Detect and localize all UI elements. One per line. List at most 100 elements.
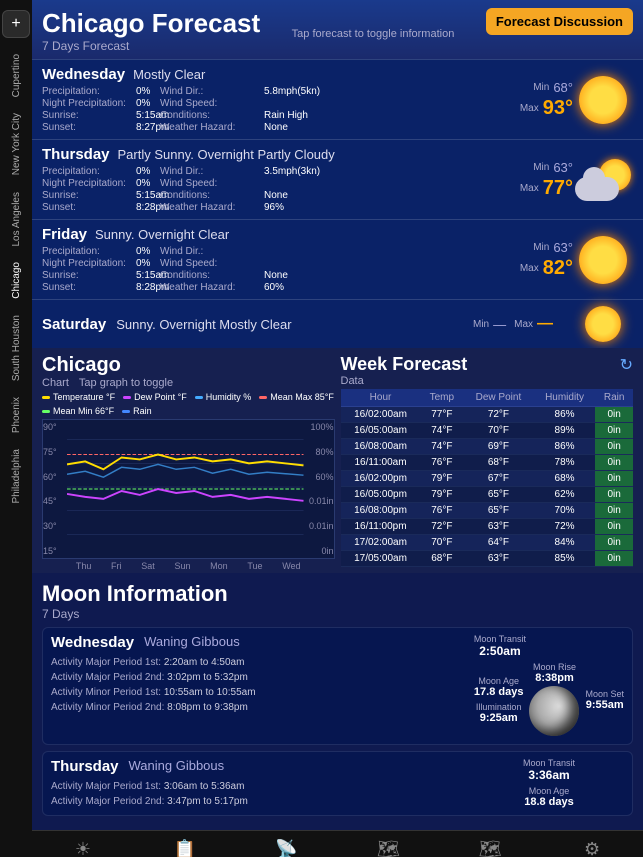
page-title: Chicago Forecast (42, 8, 260, 39)
table-row: 16/08:00am 74°F 69°F 86% 0in (341, 439, 634, 455)
sidebar-item-phoenix[interactable]: Phoenix (9, 391, 24, 439)
forecast-grid-friday: Precipitation:0% Wind Dir.: Night Precip… (42, 246, 473, 293)
moon-subtitle: 7 Days (42, 607, 633, 621)
tap-hint: Tap forecast to toggle information (260, 8, 486, 40)
col-temp: Temp (421, 389, 464, 407)
moon-activity-wed: Activity Major Period 1st: 2:20am to 4:5… (51, 655, 466, 715)
day-name-thursday: Thursday (42, 146, 110, 163)
legend-rain-dot (122, 410, 130, 413)
header-left: Chicago Forecast 7 Days Forecast (42, 8, 260, 53)
moon-day-name-wed: Wednesday (51, 634, 134, 651)
partly-cloudy-icon (575, 159, 631, 201)
day-name-saturday: Saturday (42, 316, 106, 333)
forecast-day-thursday[interactable]: Thursday Partly Sunny. Overnight Partly … (32, 139, 643, 219)
settings-icon: ⚙ (584, 839, 600, 857)
table-row: 17/02:00am 70°F 64°F 84% 0in (341, 535, 634, 551)
interactive-maps-icon: 🗺 (377, 839, 400, 857)
table-row: 16/08:00pm 76°F 65°F 70% 0in (341, 503, 634, 519)
forecast-day-wednesday[interactable]: Wednesday Mostly Clear Precipitation:0% … (32, 59, 643, 139)
table-row: 17/05:00am 68°F 63°F 85% 0in (341, 551, 634, 567)
chart-title: Chicago (42, 354, 173, 377)
moon-phase-wed: Waning Gibbous (144, 634, 240, 651)
sidebar-item-chicago[interactable]: Chicago (9, 256, 24, 305)
sun-icon-friday (579, 236, 627, 284)
weather-icon-friday (573, 236, 633, 284)
moon-image-wed (529, 686, 579, 736)
legend-dew-dot (123, 396, 131, 399)
chart-section: Chicago Chart Tap graph to toggle Temper… (32, 348, 643, 573)
map-icon: 🗺 (479, 839, 502, 857)
table-row: 16/05:00am 74°F 70°F 89% 0in (341, 423, 634, 439)
day-desc-thursday: Partly Sunny. Overnight Partly Cloudy (118, 147, 335, 162)
week-forecast-subtitle: Data (341, 375, 468, 387)
day-name-wednesday: Wednesday (42, 66, 125, 83)
legend-max-dot (259, 396, 267, 399)
current-icon: ☀ (75, 839, 91, 857)
refresh-button[interactable]: ↻ (620, 355, 633, 375)
day-desc-friday: Sunny. Overnight Clear (95, 227, 229, 242)
moon-title: Moon Information (42, 581, 633, 607)
legend-min-dot (42, 410, 50, 413)
moon-activity-thu: Activity Major Period 1st: 3:06am to 5:3… (51, 779, 466, 809)
forecast-grid-wednesday: Precipitation:0% Wind Dir.:5.8mph(5kn) N… (42, 86, 473, 133)
sidebar-item-losangeles[interactable]: Los Angeles (9, 186, 24, 253)
moon-day-wednesday: Wednesday Waning Gibbous Activity Major … (42, 627, 633, 745)
table-row: 16/02:00pm 79°F 67°F 68% 0in (341, 471, 634, 487)
table-row: 16/11:00pm 72°F 63°F 72% 0in (341, 519, 634, 535)
week-table-body: 16/02:00am 77°F 72°F 86% 0in 16/05:00am … (341, 407, 634, 567)
forecast-day-saturday[interactable]: Saturday Sunny. Overnight Mostly Clear M… (32, 299, 643, 348)
chart-x-labels: Thu Fri Sat Sun Mon Tue Wed (42, 559, 335, 573)
sun-icon-saturday (585, 306, 621, 342)
tab-forecast[interactable]: 📋 Forecast (134, 831, 236, 857)
table-row: 16/11:00am 76°F 68°F 78% 0in (341, 455, 634, 471)
day-name-friday: Friday (42, 226, 87, 243)
col-rain: Rain (595, 389, 633, 407)
week-forecast: Week Forecast Data ↻ Hour Temp Dew Point… (341, 354, 634, 573)
line-chart[interactable]: 90° 75° 60° 45° 30° 15° 100% 80% 60% 0.0… (42, 419, 335, 559)
sun-icon (579, 76, 627, 124)
weather-icon-thursday (573, 159, 633, 201)
col-humidity: Humidity (534, 389, 596, 407)
sidebar-item-cupertino[interactable]: Cupertino (9, 48, 24, 103)
chart-left: Chicago Chart Tap graph to toggle Temper… (42, 354, 335, 573)
tab-radar[interactable]: 📡 Radar (236, 831, 338, 857)
sidebar-item-philadelphia[interactable]: Philadelphia (9, 443, 24, 510)
table-header-row: Hour Temp Dew Point Humidity Rain (341, 389, 634, 407)
forecast-icon: 📋 (174, 839, 196, 857)
add-city-button[interactable]: + (2, 10, 30, 38)
weather-icon-saturday (573, 306, 633, 342)
sidebar-item-newyork[interactable]: New York City (9, 107, 24, 181)
day-desc-wednesday: Mostly Clear (133, 67, 205, 82)
tab-interactive-maps[interactable]: 🗺 Interactive Maps (337, 831, 439, 857)
moon-info-wed: Moon Transit 2:50am Moon Age 17.8 days I… (474, 634, 624, 738)
chart-legend: Temperature °F Dew Point °F Humidity % M… (42, 392, 335, 416)
table-row: 16/05:00pm 79°F 65°F 62% 0in (341, 487, 634, 503)
moon-section: Moon Information 7 Days Wednesday Waning… (32, 573, 643, 830)
chart-svg (67, 420, 304, 558)
sidebar: + Cupertino New York City Los Angeles Ch… (0, 0, 32, 857)
col-dew: Dew Point (463, 389, 533, 407)
col-hour: Hour (341, 389, 421, 407)
moon-day-thursday: Thursday Waning Gibbous Activity Major P… (42, 751, 633, 816)
tab-current[interactable]: ☀ Current (32, 831, 134, 857)
legend-humidity-dot (195, 396, 203, 399)
moon-phase-thu: Waning Gibbous (129, 758, 225, 775)
tab-map[interactable]: 🗺 Map (439, 831, 541, 857)
moon-day-name-thu: Thursday (51, 758, 119, 775)
forecast-grid-thursday: Precipitation:0% Wind Dir.:3.5mph(3kn) N… (42, 166, 473, 213)
header: Chicago Forecast 7 Days Forecast Tap for… (32, 0, 643, 59)
week-forecast-title: Week Forecast (341, 354, 468, 375)
chart-subtitle: Chart (42, 377, 69, 389)
chart-tap-hint: Tap graph to toggle (79, 377, 173, 389)
main-content: Chicago Forecast 7 Days Forecast Tap for… (32, 0, 643, 857)
forecast-discussion-button[interactable]: Forecast Discussion (486, 8, 633, 35)
moon-info-thu: Moon Transit 3:36am Moon Age 18.8 days (474, 758, 624, 809)
sidebar-item-southhouston[interactable]: South Houston (9, 309, 24, 387)
table-row: 16/02:00am 77°F 72°F 86% 0in (341, 407, 634, 423)
legend-temp-dot (42, 396, 50, 399)
forecast-subtitle: 7 Days Forecast (42, 39, 260, 53)
tab-settings[interactable]: ⚙ Settings (541, 831, 643, 857)
day-desc-saturday: Sunny. Overnight Mostly Clear (116, 317, 291, 332)
tabbar: ☀ Current 📋 Forecast 📡 Radar 🗺 Interacti… (32, 830, 643, 857)
forecast-day-friday[interactable]: Friday Sunny. Overnight Clear Precipitat… (32, 219, 643, 299)
